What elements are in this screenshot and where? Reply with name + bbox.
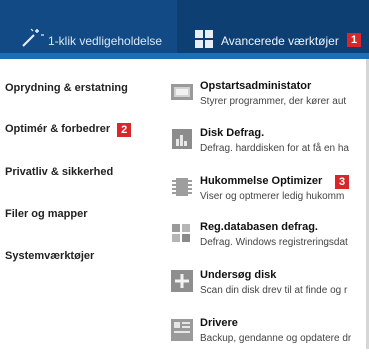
tool-startup-manager[interactable]: Opstartsadministator Styrer programmer, …: [160, 80, 369, 126]
tool-title: Reg.databasen defrag.: [200, 221, 318, 233]
tool-title: Disk Defrag.: [200, 127, 265, 139]
annotation-badge-3: 3: [335, 175, 349, 189]
memory-chip-icon: [172, 178, 192, 196]
tab-one-click-maintenance[interactable]: 1-klik vedligeholdelse: [0, 0, 177, 59]
magic-wand-icon: [22, 28, 44, 47]
tool-registry-defrag[interactable]: Reg.databasen defrag. Defrag. Windows re…: [160, 221, 369, 267]
sidebar-item-label: Optimér & forbedrer: [5, 123, 111, 135]
sidebar-item-privacy[interactable]: Privatliv & sikkerhed: [5, 166, 113, 178]
drivers-icon: [171, 319, 193, 341]
sidebar-item-files[interactable]: Filer og mapper: [5, 208, 88, 220]
top-navigation-bar: 1-klik vedligeholdelse Avancerede værktø…: [0, 0, 369, 59]
category-sidebar: Oprydning & erstatning Optimér & forbedr…: [0, 59, 155, 349]
tool-title: Drivere: [200, 317, 238, 329]
tool-memory-optimizer[interactable]: Hukommelse Optimizer 3 Viser og optmerer…: [160, 175, 369, 221]
tool-title: Hukommelse Optimizer: [200, 175, 323, 187]
tool-drivers[interactable]: Drivere Backup, gendanne og opdatere dr: [160, 317, 369, 363]
registry-defrag-icon: [172, 224, 190, 242]
disk-defrag-icon: [172, 129, 192, 149]
tool-description: Backup, gendanne og opdatere dr: [200, 333, 352, 344]
grid-icon: [195, 30, 213, 48]
sidebar-item-label: Privatliv & sikkerhed: [5, 166, 114, 178]
startup-manager-icon: [171, 84, 193, 100]
tool-title: Opstartsadministator: [200, 80, 312, 92]
tool-description: Defrag. Windows registreringsdat: [200, 237, 348, 248]
tools-list: Opstartsadministator Styrer programmer, …: [160, 59, 369, 349]
sidebar-item-cleanup[interactable]: Oprydning & erstatning: [5, 82, 128, 94]
tab-one-click-maintenance-label: 1-klik vedligeholdelse: [48, 34, 163, 48]
sidebar-item-label: Systemværktøjer: [5, 250, 95, 262]
tool-description: Styrer programmer, der kører aut: [200, 96, 347, 107]
sidebar-item-system-tools[interactable]: Systemværktøjer: [5, 250, 94, 262]
tool-title: Undersøg disk: [200, 269, 277, 281]
tab-advanced-tools-label: Avancerede værktøjer: [221, 34, 339, 48]
annotation-badge-2: 2: [117, 123, 132, 137]
tool-description: Defrag. harddisken for at få en ha: [200, 143, 349, 154]
annotation-badge-1: 1: [347, 33, 361, 47]
sidebar-item-optimize[interactable]: Optimér & forbedrer 2: [5, 122, 132, 137]
tool-check-disk[interactable]: Undersøg disk Scan din disk drev til at …: [160, 269, 369, 315]
tool-disk-defrag[interactable]: Disk Defrag. Defrag. harddisken for at f…: [160, 127, 369, 173]
sidebar-item-label: Oprydning & erstatning: [5, 82, 128, 94]
tab-advanced-tools[interactable]: Avancerede værktøjer: [177, 0, 369, 59]
sidebar-item-label: Filer og mapper: [5, 208, 88, 220]
tool-description: Viser og optmerer ledig hukomm: [200, 191, 345, 202]
check-disk-icon: [171, 270, 193, 292]
tool-description: Scan din disk drev til at finde og r: [200, 285, 348, 296]
